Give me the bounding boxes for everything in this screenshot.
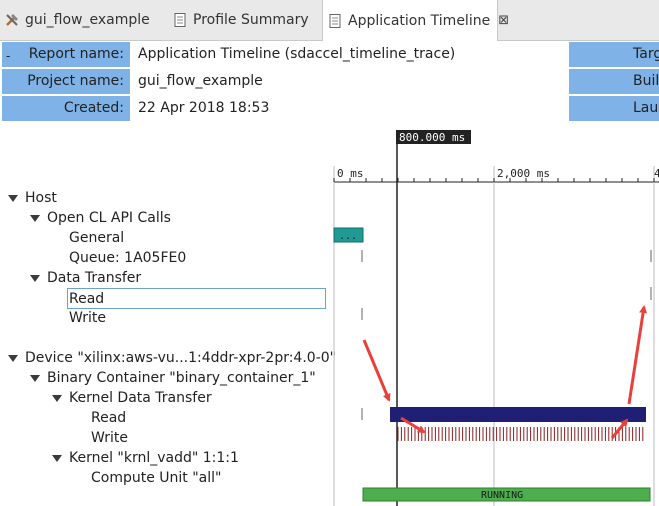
kernel-read-bar[interactable] <box>390 407 646 422</box>
tick-label-4000: 4 <box>654 167 659 180</box>
cursor-time-label: 800.000 ms <box>399 131 465 144</box>
general-box-label: ... <box>339 231 357 242</box>
running-label: RUNNING <box>481 490 523 501</box>
annotation-arrow <box>362 339 391 402</box>
annotation-arrow <box>627 305 648 405</box>
timeline-canvas[interactable]: 0 ms 2,000 ms 4 800.000 ms ... RUNNING <box>0 0 659 506</box>
kernel-write-ticks[interactable] <box>397 427 644 441</box>
tick-label-2000: 2,000 ms <box>497 167 550 180</box>
minor-ticks <box>333 178 655 182</box>
tick-label-0: 0 ms <box>337 167 364 180</box>
